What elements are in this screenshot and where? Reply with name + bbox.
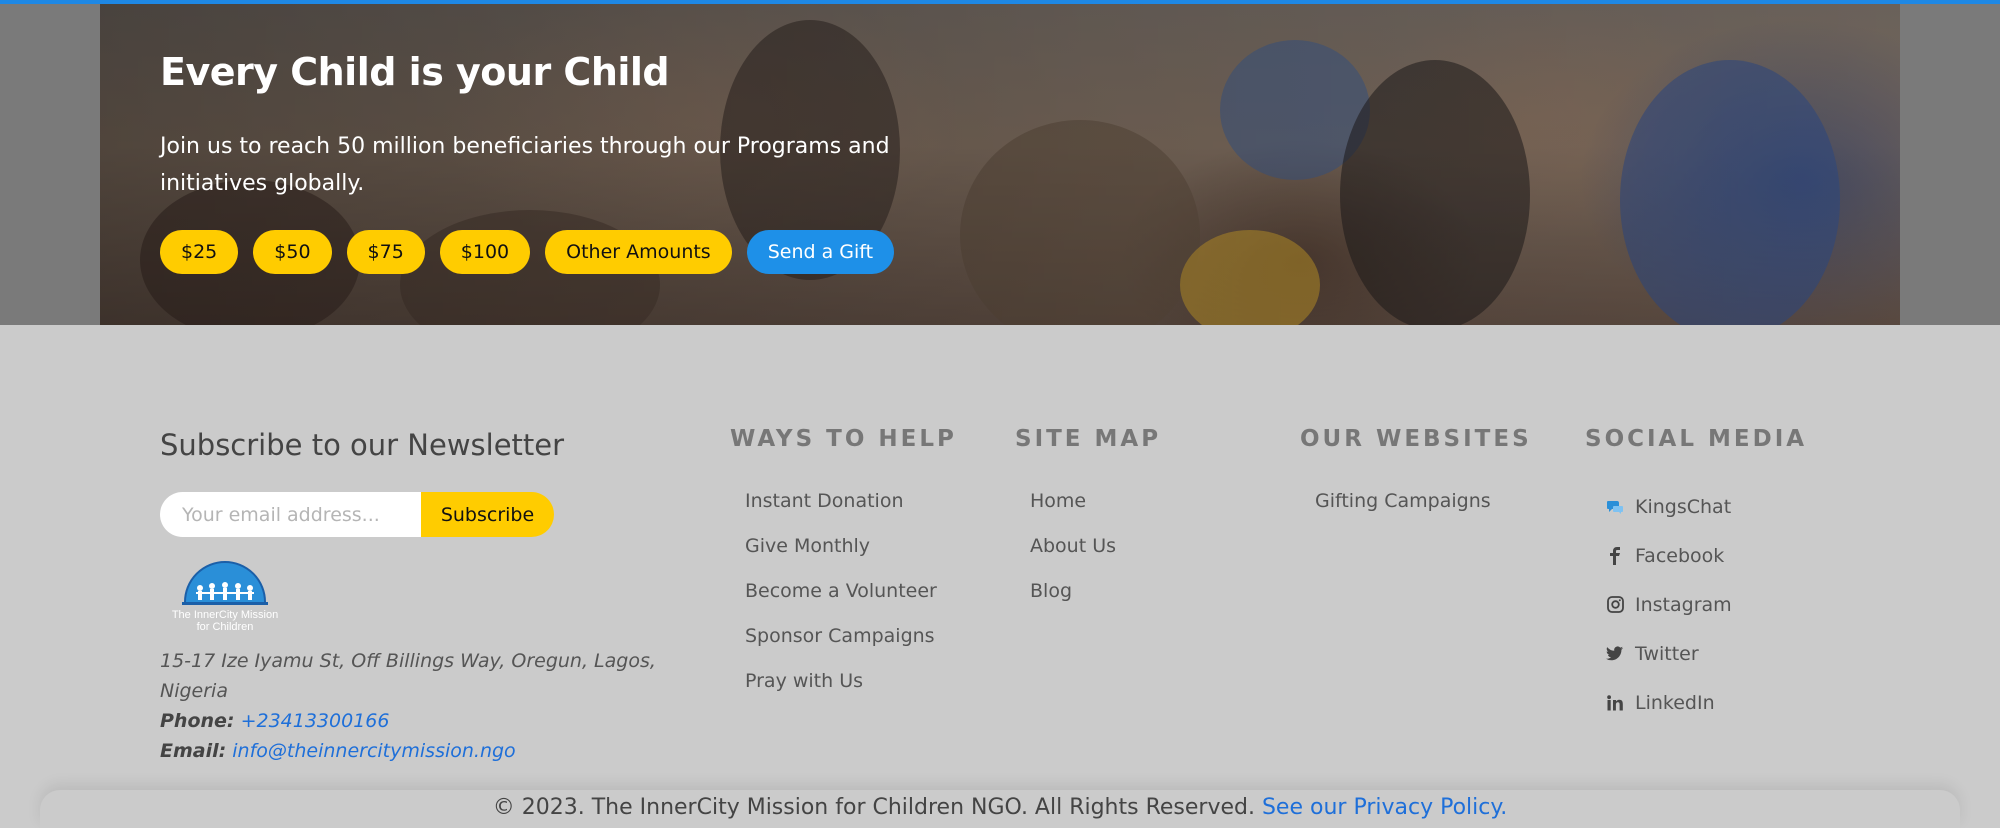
send-gift-button[interactable]: Send a Gift <box>746 230 895 274</box>
social-label: LinkedIn <box>1635 691 1715 714</box>
link-gifting-campaigns[interactable]: Gifting Campaigns <box>1315 484 1491 529</box>
amount-75-button[interactable]: $75 <box>346 230 425 274</box>
social-label: Twitter <box>1635 642 1699 665</box>
linkedin-icon <box>1605 693 1625 713</box>
logo-line1: The InnerCity Mission <box>172 609 278 621</box>
twitter-icon <box>1605 644 1625 664</box>
amount-50-button[interactable]: $50 <box>253 230 332 274</box>
link-blog[interactable]: Blog <box>1030 574 1116 619</box>
phone-link[interactable]: +23413300166 <box>241 710 390 732</box>
social-kingschat[interactable]: KingsChat <box>1605 482 1732 531</box>
facebook-icon <box>1605 546 1625 566</box>
hero-title: Every Child is your Child <box>160 50 670 94</box>
ways-to-help-list: Instant Donation Give Monthly Become a V… <box>745 484 937 709</box>
newsletter-email-input[interactable] <box>160 492 421 537</box>
link-sponsor-campaigns[interactable]: Sponsor Campaigns <box>745 619 937 664</box>
amount-100-button[interactable]: $100 <box>439 230 531 274</box>
social-linkedin[interactable]: LinkedIn <box>1605 678 1732 727</box>
email-link[interactable]: info@theinnercitymission.ngo <box>232 740 515 762</box>
newsletter-form: Subscribe <box>160 492 554 537</box>
social-facebook[interactable]: Facebook <box>1605 531 1732 580</box>
address-text: 15-17 Ize Iyamu St, Off Billings Way, Or… <box>160 650 656 702</box>
privacy-policy-link[interactable]: See our Privacy Policy. <box>1262 795 1507 820</box>
link-become-volunteer[interactable]: Become a Volunteer <box>745 574 937 619</box>
contact-info: 15-17 Ize Iyamu St, Off Billings Way, Or… <box>160 646 680 766</box>
hero-band: Every Child is your Child Join us to rea… <box>0 0 2000 325</box>
link-about-us[interactable]: About Us <box>1030 529 1116 574</box>
email-row: Email: info@theinnercitymission.ngo <box>160 736 680 766</box>
copyright-text: © 2023. The InnerCity Mission for Childr… <box>492 795 1255 820</box>
phone-label: Phone: <box>160 710 235 732</box>
social-twitter[interactable]: Twitter <box>1605 629 1732 678</box>
copyright-line: © 2023. The InnerCity Mission for Childr… <box>0 795 2000 820</box>
our-websites-list: Gifting Campaigns <box>1315 484 1491 529</box>
our-websites-heading: OUR WEBSITES <box>1300 426 1532 452</box>
link-home[interactable]: Home <box>1030 484 1116 529</box>
subscribe-button[interactable]: Subscribe <box>421 492 554 537</box>
social-instagram[interactable]: Instagram <box>1605 580 1732 629</box>
innercity-mission-logo[interactable]: The InnerCity Mission for Children <box>160 560 290 638</box>
kingschat-icon <box>1605 497 1625 517</box>
ways-to-help-heading: WAYS TO HELP <box>730 426 957 452</box>
social-media-list: KingsChat Facebook Instagram Twitter Lin… <box>1605 482 1732 727</box>
donation-amounts: $25 $50 $75 $100 Other Amounts Send a Gi… <box>160 230 895 274</box>
newsletter-title: Subscribe to our Newsletter <box>160 428 565 462</box>
social-label: Instagram <box>1635 593 1732 616</box>
amount-25-button[interactable]: $25 <box>160 230 239 274</box>
link-give-monthly[interactable]: Give Monthly <box>745 529 937 574</box>
social-label: KingsChat <box>1635 495 1732 518</box>
social-media-heading: SOCIAL MEDIA <box>1585 426 1808 452</box>
link-instant-donation[interactable]: Instant Donation <box>745 484 937 529</box>
top-accent-line <box>0 0 2000 4</box>
logo-line2: for Children <box>197 621 254 633</box>
site-map-list: Home About Us Blog <box>1030 484 1116 619</box>
social-label: Facebook <box>1635 544 1725 567</box>
site-map-heading: SITE MAP <box>1015 426 1162 452</box>
phone-row: Phone: +23413300166 <box>160 706 680 736</box>
other-amounts-button[interactable]: Other Amounts <box>545 230 732 274</box>
hero-image: Every Child is your Child Join us to rea… <box>100 0 1900 325</box>
link-pray-with-us[interactable]: Pray with Us <box>745 664 937 709</box>
hero-description: Join us to reach 50 million beneficiarie… <box>160 134 890 196</box>
instagram-icon <box>1605 595 1625 615</box>
email-label: Email: <box>160 740 227 762</box>
